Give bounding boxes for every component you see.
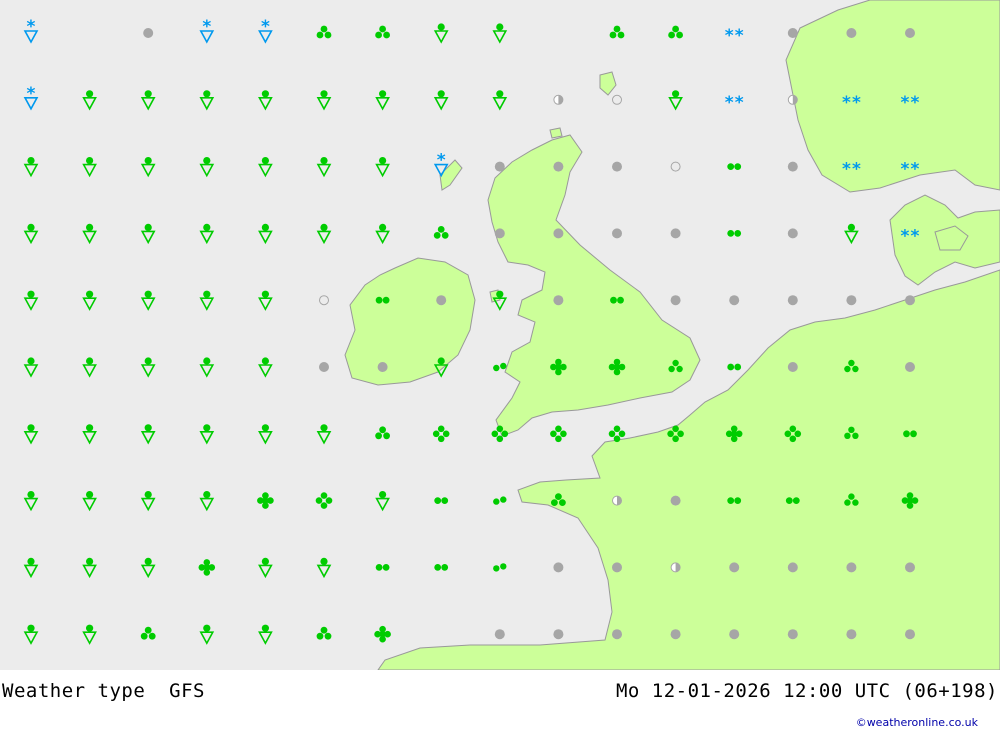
snow-double-star-symbol: * * — [842, 160, 861, 180]
overcast-symbol — [670, 629, 681, 640]
overcast-symbol — [905, 362, 915, 372]
snow-double-star-symbol: * * — [901, 93, 920, 113]
land-orkney — [549, 127, 563, 139]
overcast-symbol — [670, 295, 681, 306]
overcast-symbol — [494, 228, 505, 239]
svg-text:*: * — [27, 84, 36, 104]
overcast-symbol — [729, 629, 740, 640]
overcast-symbol — [729, 562, 740, 573]
svg-text:*: * — [437, 151, 446, 171]
overcast-symbol — [729, 295, 740, 306]
svg-text:*: * — [901, 160, 910, 180]
overcast-symbol — [905, 562, 915, 573]
bottom-bar: Weather type GFS Mo 12-01-2026 12:00 UTC… — [0, 670, 1000, 733]
overcast-symbol — [787, 28, 798, 38]
map-datetime: Mo 12-01-2026 12:00 UTC (06+198) — [615, 680, 998, 702]
overcast-symbol — [787, 362, 798, 372]
overcast-symbol — [846, 562, 857, 573]
credit-link[interactable]: ©weatheronline.co.uk — [856, 716, 978, 729]
svg-text:*: * — [842, 160, 851, 180]
overcast-symbol — [143, 28, 154, 38]
snow-double-star-symbol: * * — [842, 93, 861, 113]
overcast-symbol — [612, 629, 622, 640]
overcast-symbol — [905, 28, 915, 38]
overcast-symbol — [377, 362, 388, 372]
snow-double-star-symbol: * * — [901, 160, 920, 180]
svg-text:*: * — [202, 17, 211, 37]
overcast-symbol — [905, 629, 915, 640]
svg-text:*: * — [852, 160, 861, 180]
half-cloudy-symbol — [787, 94, 798, 105]
overcast-symbol — [787, 228, 798, 239]
half-cloudy-symbol — [612, 495, 622, 506]
overcast-symbol — [436, 295, 447, 306]
svg-text:*: * — [911, 160, 920, 180]
overcast-symbol — [787, 295, 798, 306]
overcast-symbol — [494, 161, 505, 172]
overcast-symbol — [846, 28, 857, 38]
overcast-symbol — [553, 161, 564, 172]
svg-text:*: * — [261, 17, 270, 37]
overcast-symbol — [787, 562, 798, 573]
overcast-symbol — [905, 295, 915, 306]
overcast-symbol — [553, 629, 564, 640]
overcast-symbol — [787, 629, 798, 640]
weather-map: * * * * ** * * * * * ** * * * ** * — [0, 0, 1000, 670]
half-cloudy-symbol — [553, 94, 564, 105]
svg-text:*: * — [911, 93, 920, 113]
overcast-symbol — [670, 495, 681, 506]
svg-text:*: * — [842, 93, 851, 113]
overcast-symbol — [670, 228, 681, 239]
svg-text:*: * — [735, 93, 744, 113]
svg-text:*: * — [27, 17, 36, 37]
overcast-symbol — [846, 629, 857, 640]
svg-text:*: * — [725, 93, 734, 113]
svg-text:*: * — [735, 26, 744, 46]
svg-text:*: * — [901, 226, 910, 246]
overcast-symbol — [553, 228, 564, 239]
snow-double-star-symbol: * * — [725, 93, 744, 113]
svg-text:*: * — [725, 26, 734, 46]
overcast-symbol — [612, 161, 622, 172]
half-cloudy-symbol — [670, 562, 681, 573]
overcast-symbol — [612, 228, 622, 239]
snow-double-star-symbol: * * — [725, 26, 744, 46]
overcast-symbol — [612, 562, 622, 573]
svg-text:*: * — [901, 93, 910, 113]
snow-double-star-symbol: * * — [901, 226, 920, 246]
overcast-symbol — [553, 295, 564, 306]
overcast-symbol — [319, 362, 329, 372]
overcast-symbol — [846, 295, 857, 306]
overcast-symbol — [494, 629, 505, 640]
svg-text:*: * — [852, 93, 861, 113]
overcast-symbol — [787, 161, 798, 172]
land-scandinavia — [785, 0, 1000, 193]
map-title: Weather type GFS — [2, 680, 205, 702]
overcast-symbol — [553, 562, 564, 573]
svg-text:*: * — [911, 226, 920, 246]
